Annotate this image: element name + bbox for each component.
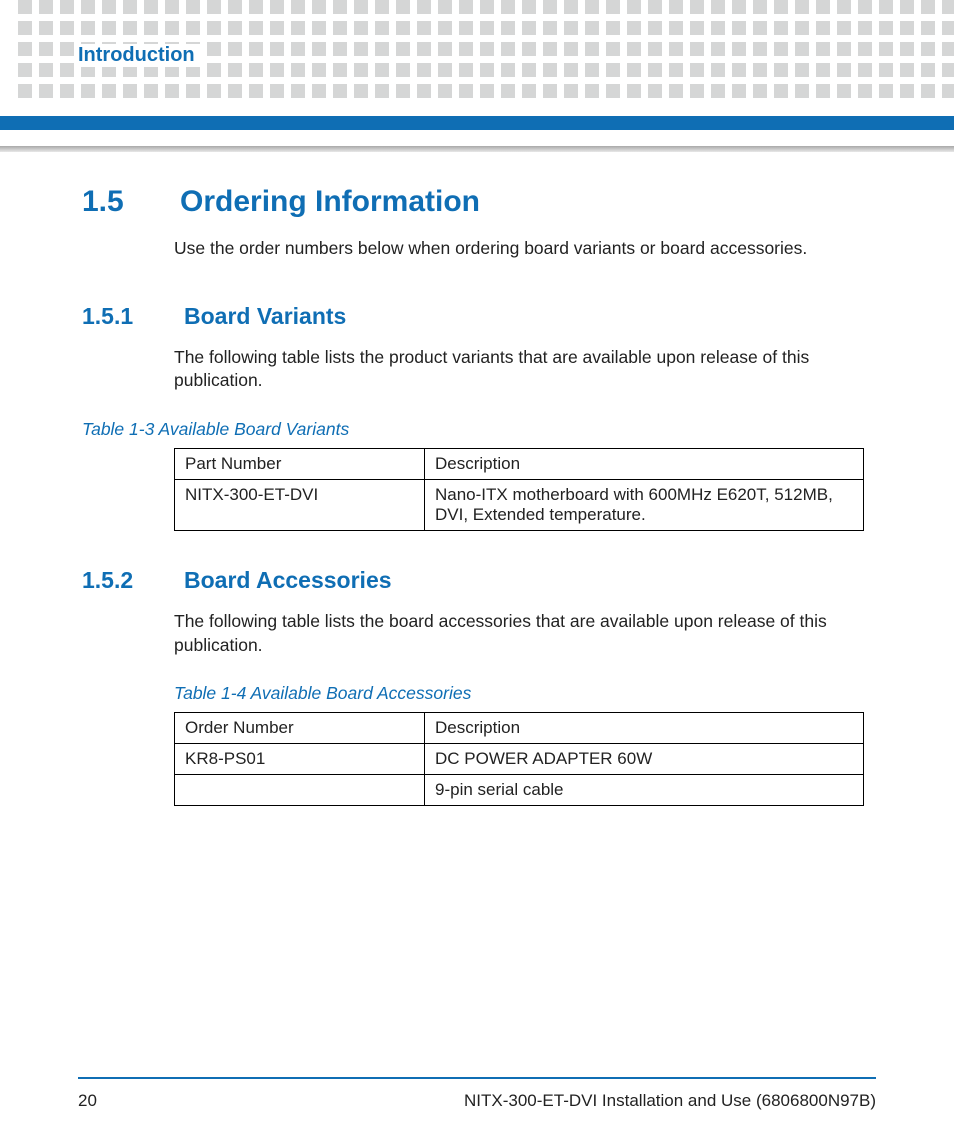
subsection-heading-1: 1.5.1 Board Variants bbox=[82, 303, 872, 330]
blue-divider-bar bbox=[0, 116, 954, 130]
subsection-body-2: The following table lists the board acce… bbox=[174, 610, 872, 657]
section-intro: Use the order numbers below when orderin… bbox=[174, 237, 872, 261]
subsection-number-1: 1.5.1 bbox=[82, 303, 142, 330]
table-header-cell: Description bbox=[425, 713, 864, 744]
table-caption-2: Table 1-4 Available Board Accessories bbox=[174, 683, 872, 704]
board-variants-table: Part Number Description NITX-300-ET-DVI … bbox=[174, 448, 864, 531]
footer-rule bbox=[78, 1077, 876, 1079]
subsection-title-2: Board Accessories bbox=[184, 567, 392, 594]
table-row: 9-pin serial cable bbox=[175, 775, 864, 806]
table-cell: 9-pin serial cable bbox=[425, 775, 864, 806]
table-cell: NITX-300-ET-DVI bbox=[175, 479, 425, 530]
footer-doc-title: NITX-300-ET-DVI Installation and Use (68… bbox=[464, 1091, 876, 1111]
grey-gradient-line bbox=[0, 146, 954, 152]
page-number: 20 bbox=[78, 1091, 97, 1111]
section-heading: 1.5 Ordering Information bbox=[82, 185, 872, 219]
table-cell bbox=[175, 775, 425, 806]
subsection-heading-2: 1.5.2 Board Accessories bbox=[82, 567, 872, 594]
table-header-cell: Description bbox=[425, 448, 864, 479]
table-cell: Nano-ITX motherboard with 600MHz E620T, … bbox=[425, 479, 864, 530]
section-title: Ordering Information bbox=[180, 185, 480, 219]
page-footer: 20 NITX-300-ET-DVI Installation and Use … bbox=[78, 1091, 876, 1111]
table-header-row: Part Number Description bbox=[175, 448, 864, 479]
table-cell: KR8-PS01 bbox=[175, 744, 425, 775]
section-number: 1.5 bbox=[82, 185, 132, 219]
table-header-row: Order Number Description bbox=[175, 713, 864, 744]
table-cell: DC POWER ADAPTER 60W bbox=[425, 744, 864, 775]
subsection-number-2: 1.5.2 bbox=[82, 567, 142, 594]
subsection-title-1: Board Variants bbox=[184, 303, 346, 330]
table-header-cell: Order Number bbox=[175, 713, 425, 744]
table-row: KR8-PS01 DC POWER ADAPTER 60W bbox=[175, 744, 864, 775]
chapter-label: Introduction bbox=[78, 44, 201, 67]
table-row: NITX-300-ET-DVI Nano-ITX motherboard wit… bbox=[175, 479, 864, 530]
subsection-body-1: The following table lists the product va… bbox=[174, 346, 872, 393]
table-caption-1: Table 1-3 Available Board Variants bbox=[82, 419, 872, 440]
board-accessories-table: Order Number Description KR8-PS01 DC POW… bbox=[174, 712, 864, 806]
table-header-cell: Part Number bbox=[175, 448, 425, 479]
